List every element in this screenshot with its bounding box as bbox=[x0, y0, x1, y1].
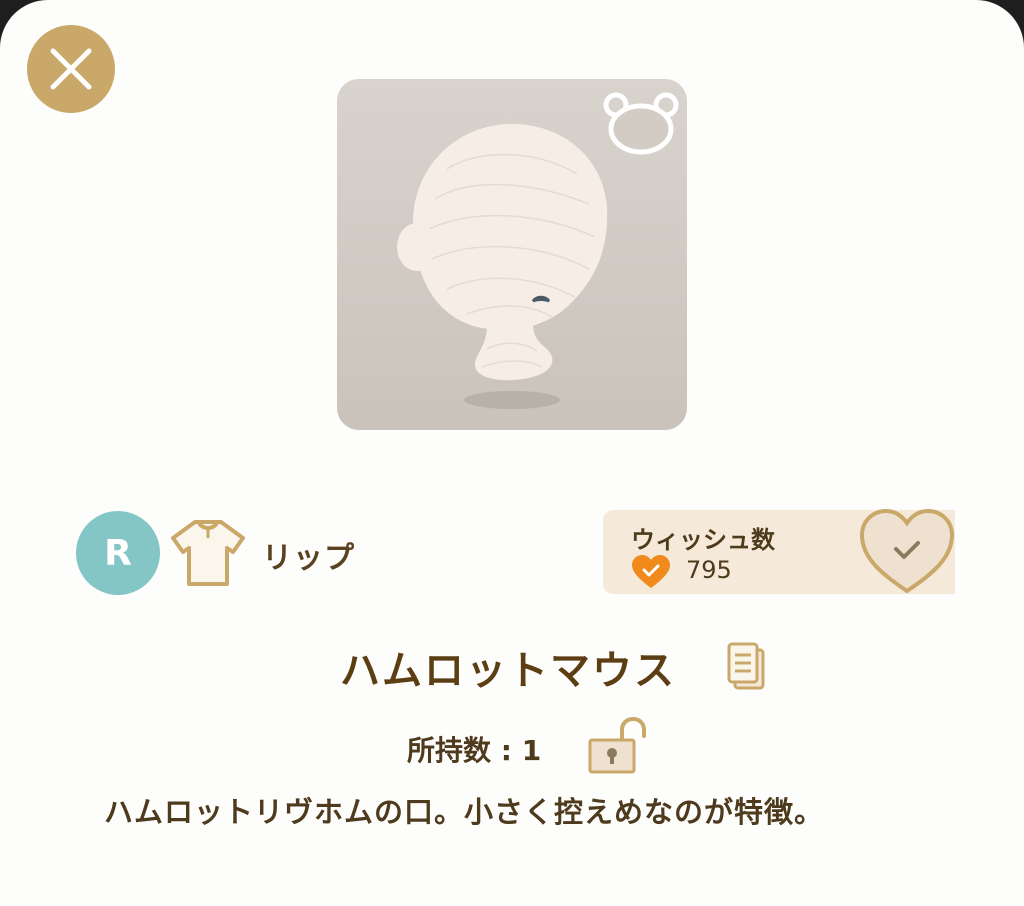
bear-face-icon bbox=[603, 92, 679, 155]
close-button[interactable] bbox=[27, 25, 115, 113]
owned-count-label: 所持数 : 1 bbox=[407, 734, 542, 767]
shirt-icon bbox=[171, 520, 245, 586]
orange-heart-check-icon bbox=[632, 555, 670, 588]
item-image-card bbox=[337, 79, 687, 430]
close-x-icon bbox=[50, 48, 92, 90]
rarity-badge: R bbox=[76, 511, 160, 595]
item-description: ハムロットリヴホムの口。小さく控えめなのが特徴。 bbox=[104, 795, 825, 829]
heart-check-icon[interactable] bbox=[858, 507, 956, 595]
wish-count-value: 795 bbox=[686, 556, 732, 584]
item-name: ハムロットマウス bbox=[340, 648, 676, 694]
item-detail-sheet: R リップ ウィッシュ数 795 ハムロットマウス 所持数 : 1 ハムロットリ… bbox=[0, 0, 1024, 906]
copy-icon[interactable] bbox=[726, 642, 766, 690]
unlock-icon[interactable] bbox=[586, 716, 648, 776]
wish-count-title: ウィッシュ数 bbox=[631, 526, 775, 554]
category-label: リップ bbox=[262, 541, 355, 576]
